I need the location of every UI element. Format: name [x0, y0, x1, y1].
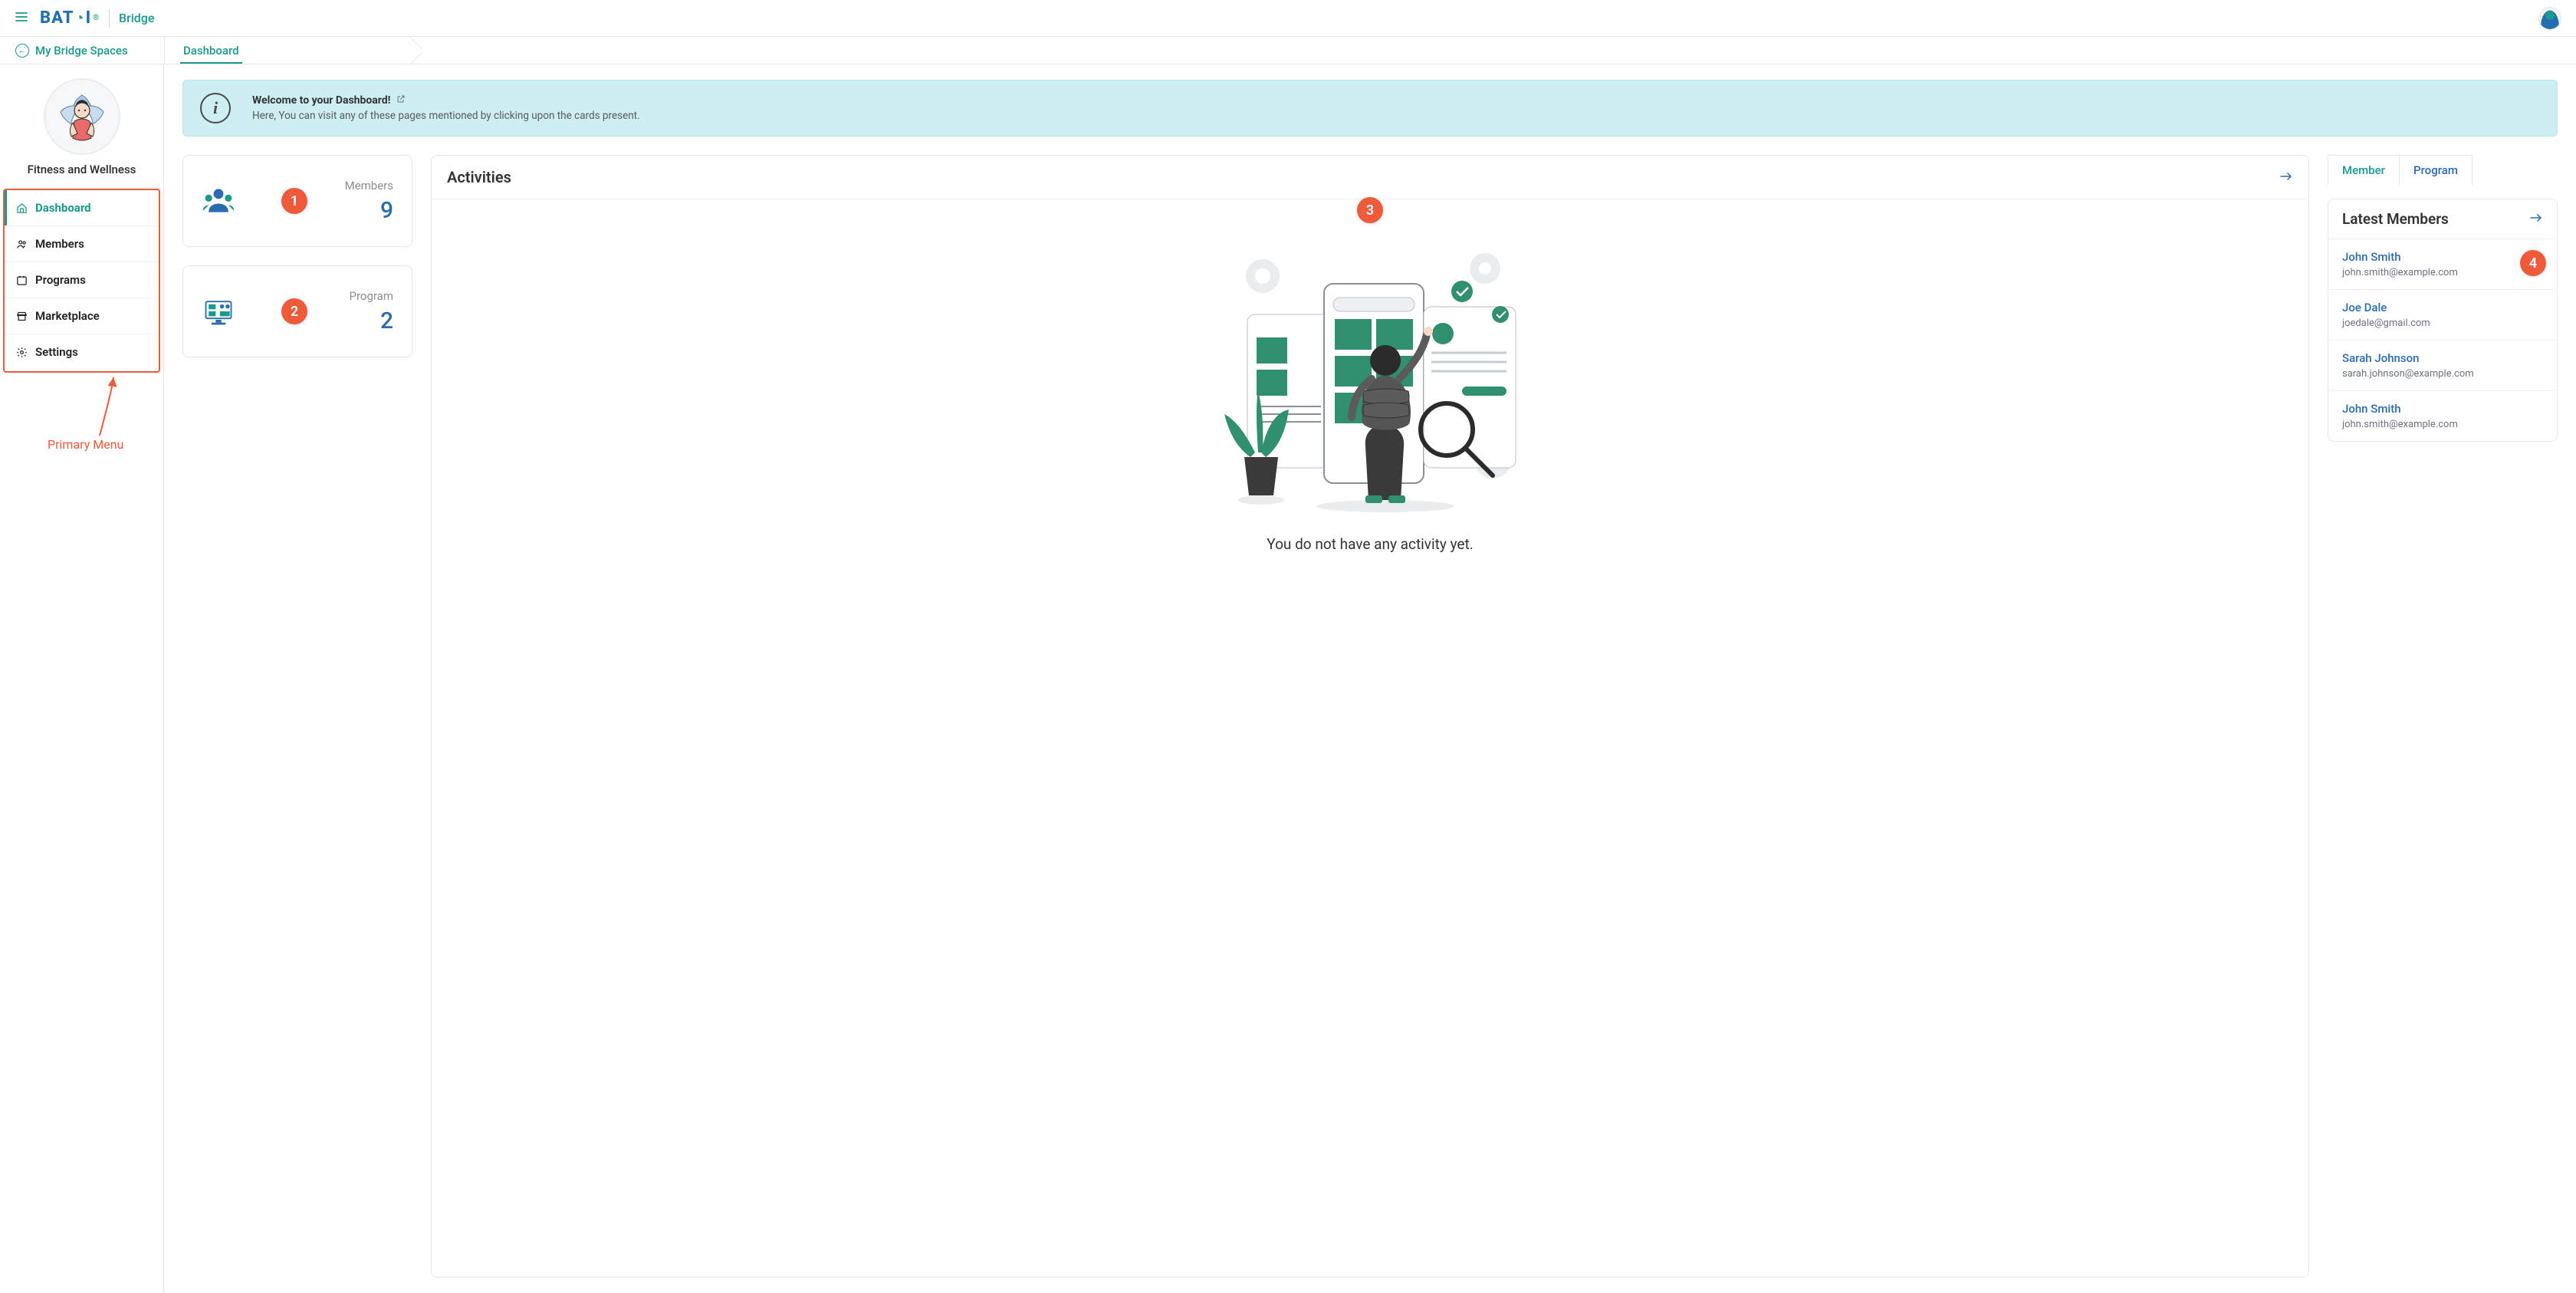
sidebar-item-label: Settings [35, 345, 78, 359]
member-name[interactable]: Joe Dale [2342, 301, 2543, 314]
stat-card-members[interactable]: 1 Members 9 [182, 155, 412, 247]
program-icon [202, 294, 235, 328]
sidebar-header: Fitness and Wellness [0, 64, 163, 187]
member-email: john.smith@example.com [2342, 419, 2543, 430]
home-icon [15, 202, 28, 214]
gear-icon [15, 347, 28, 358]
latest-members-arrow-icon[interactable] [2529, 212, 2543, 226]
list-item[interactable]: John Smith john.smith@example.com 4 [2328, 239, 2557, 289]
list-item[interactable]: John Smith john.smith@example.com [2328, 390, 2557, 441]
latest-members-card: Latest Members John Smith john.smith@exa… [2328, 199, 2558, 442]
annotation-badge-3: 3 [1357, 197, 1383, 223]
sidebar-item-programs[interactable]: Programs [5, 262, 159, 298]
topbar: BAT◔I® Bridge [0, 0, 2576, 37]
sidebar-item-label: Programs [35, 273, 86, 287]
welcome-banner: i Welcome to your Dashboard! Here, You c… [182, 80, 2558, 137]
rightcol-tabs: Member Program [2328, 155, 2558, 185]
stat-label: Program [350, 289, 393, 303]
member-email: john.smith@example.com [2342, 267, 2543, 278]
logo[interactable]: BAT◔I® Bridge [40, 8, 154, 28]
member-name[interactable]: John Smith [2342, 250, 2543, 264]
breadcrumb-dashboard[interactable]: Dashboard [180, 38, 242, 64]
annotation-arrow: Primary Menu [0, 374, 163, 459]
activities-title: Activities [447, 168, 511, 186]
calendar-icon [15, 275, 28, 286]
back-label: My Bridge Spaces [35, 44, 128, 58]
sidebar-item-label: Dashboard [35, 201, 91, 215]
logo-divider [109, 9, 110, 28]
annotation-badge-2: 2 [281, 298, 307, 324]
users-icon [15, 239, 28, 250]
breadcrumb-chevron-icon [409, 37, 422, 64]
sidebar-item-label: Marketplace [35, 309, 100, 323]
sidebar-item-marketplace[interactable]: Marketplace [5, 298, 159, 334]
latest-members-title: Latest Members [2342, 210, 2449, 228]
logo-text: BAT◔I® [40, 8, 100, 28]
tab-member[interactable]: Member [2328, 155, 2400, 185]
member-name[interactable]: John Smith [2342, 402, 2543, 416]
welcome-body: Here, You can visit any of these pages m… [252, 110, 640, 122]
sidebar-item-label: Members [35, 237, 84, 251]
annotation-badge-1: 1 [281, 188, 307, 214]
annotation-label: Primary Menu [48, 437, 123, 452]
primary-menu: Dashboard Members Programs [5, 190, 159, 370]
sidebar: Fitness and Wellness Dashboard Members [0, 64, 164, 1293]
member-email: sarah.johnson@example.com [2342, 368, 2543, 380]
back-link[interactable]: ← My Bridge Spaces [0, 37, 164, 64]
store-icon [15, 311, 28, 322]
user-avatar[interactable] [2539, 8, 2561, 29]
primary-menu-highlight: Dashboard Members Programs [3, 189, 160, 373]
stat-value: 9 [380, 197, 393, 224]
app-name: Bridge [119, 11, 155, 25]
stat-card-program[interactable]: 2 Program 2 [182, 265, 412, 357]
list-item[interactable]: Joe Dale joedale@gmail.com [2328, 289, 2557, 340]
activities-card: Activities 3 [431, 155, 2309, 1278]
sidebar-item-dashboard[interactable]: Dashboard [5, 190, 159, 225]
tab-program[interactable]: Program [2399, 155, 2472, 185]
back-arrow-icon: ← [15, 44, 29, 58]
subbar: ← My Bridge Spaces Dashboard [0, 37, 2576, 64]
sidebar-item-settings[interactable]: Settings [5, 334, 159, 370]
info-icon: i [200, 93, 231, 123]
stat-label: Members [345, 179, 393, 192]
welcome-title: Welcome to your Dashboard! [252, 94, 390, 107]
space-name: Fitness and Wellness [28, 163, 136, 176]
external-link-icon[interactable] [396, 95, 406, 107]
activities-arrow-icon[interactable] [2279, 170, 2293, 185]
member-email: joedale@gmail.com [2342, 317, 2543, 329]
space-avatar[interactable] [44, 78, 120, 155]
sidebar-item-members[interactable]: Members [5, 225, 159, 262]
empty-illustration [447, 215, 2293, 521]
list-item[interactable]: Sarah Johnson sarah.johnson@example.com [2328, 340, 2557, 390]
annotation-badge-4: 4 [2520, 250, 2546, 276]
hamburger-icon[interactable] [15, 10, 28, 26]
members-icon [202, 184, 235, 218]
member-name[interactable]: Sarah Johnson [2342, 351, 2543, 365]
activities-empty-text: You do not have any activity yet. [1267, 535, 1473, 553]
stat-value: 2 [380, 308, 393, 334]
